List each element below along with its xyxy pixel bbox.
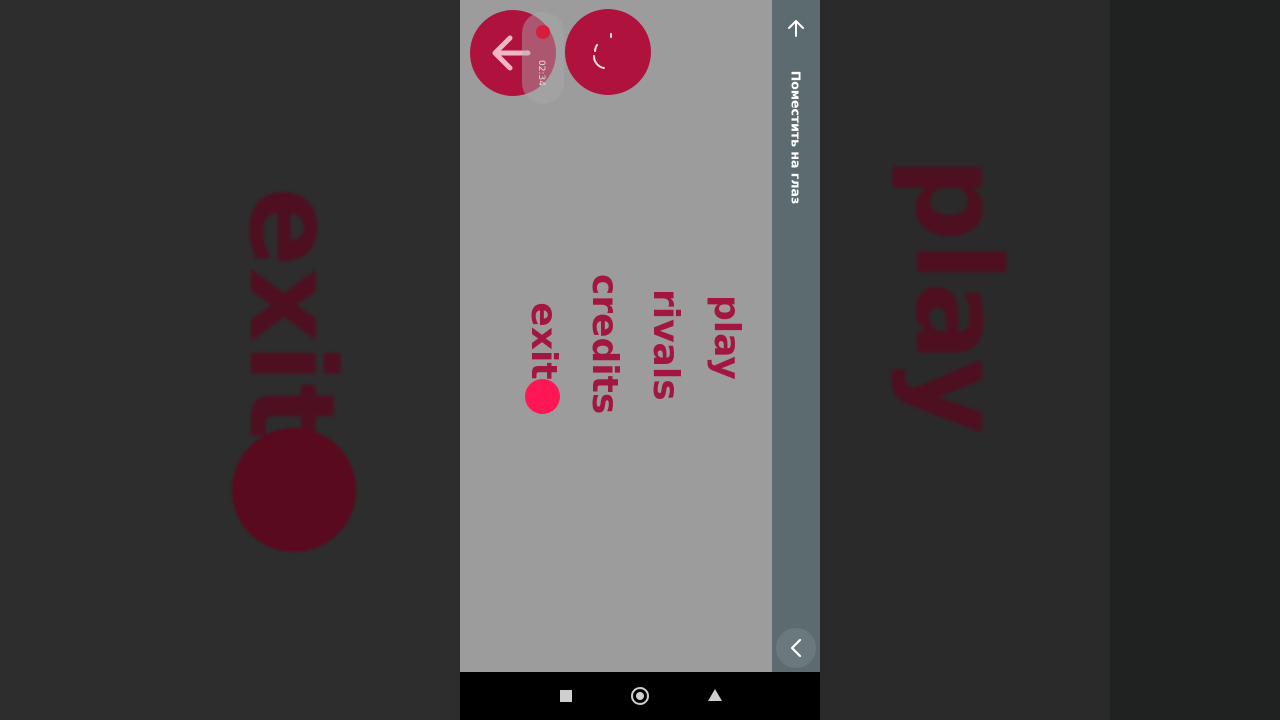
back-icon[interactable] bbox=[708, 689, 722, 701]
background-word-right: play bbox=[889, 157, 1027, 435]
menu-item-exit[interactable]: exit bbox=[523, 295, 564, 387]
chevron-left-icon bbox=[790, 638, 802, 658]
background-edge bbox=[1110, 0, 1280, 720]
background-left: exit bbox=[0, 0, 460, 720]
menu-item-rivals[interactable]: rivals bbox=[645, 289, 686, 401]
recents-icon[interactable] bbox=[560, 690, 572, 702]
menu-item-credits[interactable]: credits bbox=[584, 274, 625, 414]
place-by-eye-label[interactable]: Поместить на глаз bbox=[789, 66, 804, 210]
arrow-up-icon[interactable] bbox=[784, 16, 808, 40]
restart-icon bbox=[592, 33, 612, 69]
side-panel: Поместить на глаз bbox=[772, 0, 820, 672]
home-icon-inner bbox=[636, 692, 644, 700]
record-timer: 02:34 bbox=[535, 60, 546, 86]
phone-screen: 02:34 play rivals credits exit Поместить… bbox=[460, 0, 820, 720]
background-word-left: exit bbox=[223, 187, 361, 440]
record-icon[interactable] bbox=[536, 25, 550, 39]
menu-item-play[interactable]: play bbox=[706, 295, 747, 380]
restart-button[interactable] bbox=[565, 9, 651, 95]
menu-selector bbox=[525, 379, 560, 414]
background-dot bbox=[232, 428, 356, 552]
screen-recorder-widget[interactable]: 02:34 bbox=[522, 12, 564, 104]
game-area: 02:34 play rivals credits exit bbox=[460, 0, 772, 672]
home-icon[interactable] bbox=[631, 687, 649, 705]
collapse-panel-button[interactable] bbox=[776, 628, 816, 668]
